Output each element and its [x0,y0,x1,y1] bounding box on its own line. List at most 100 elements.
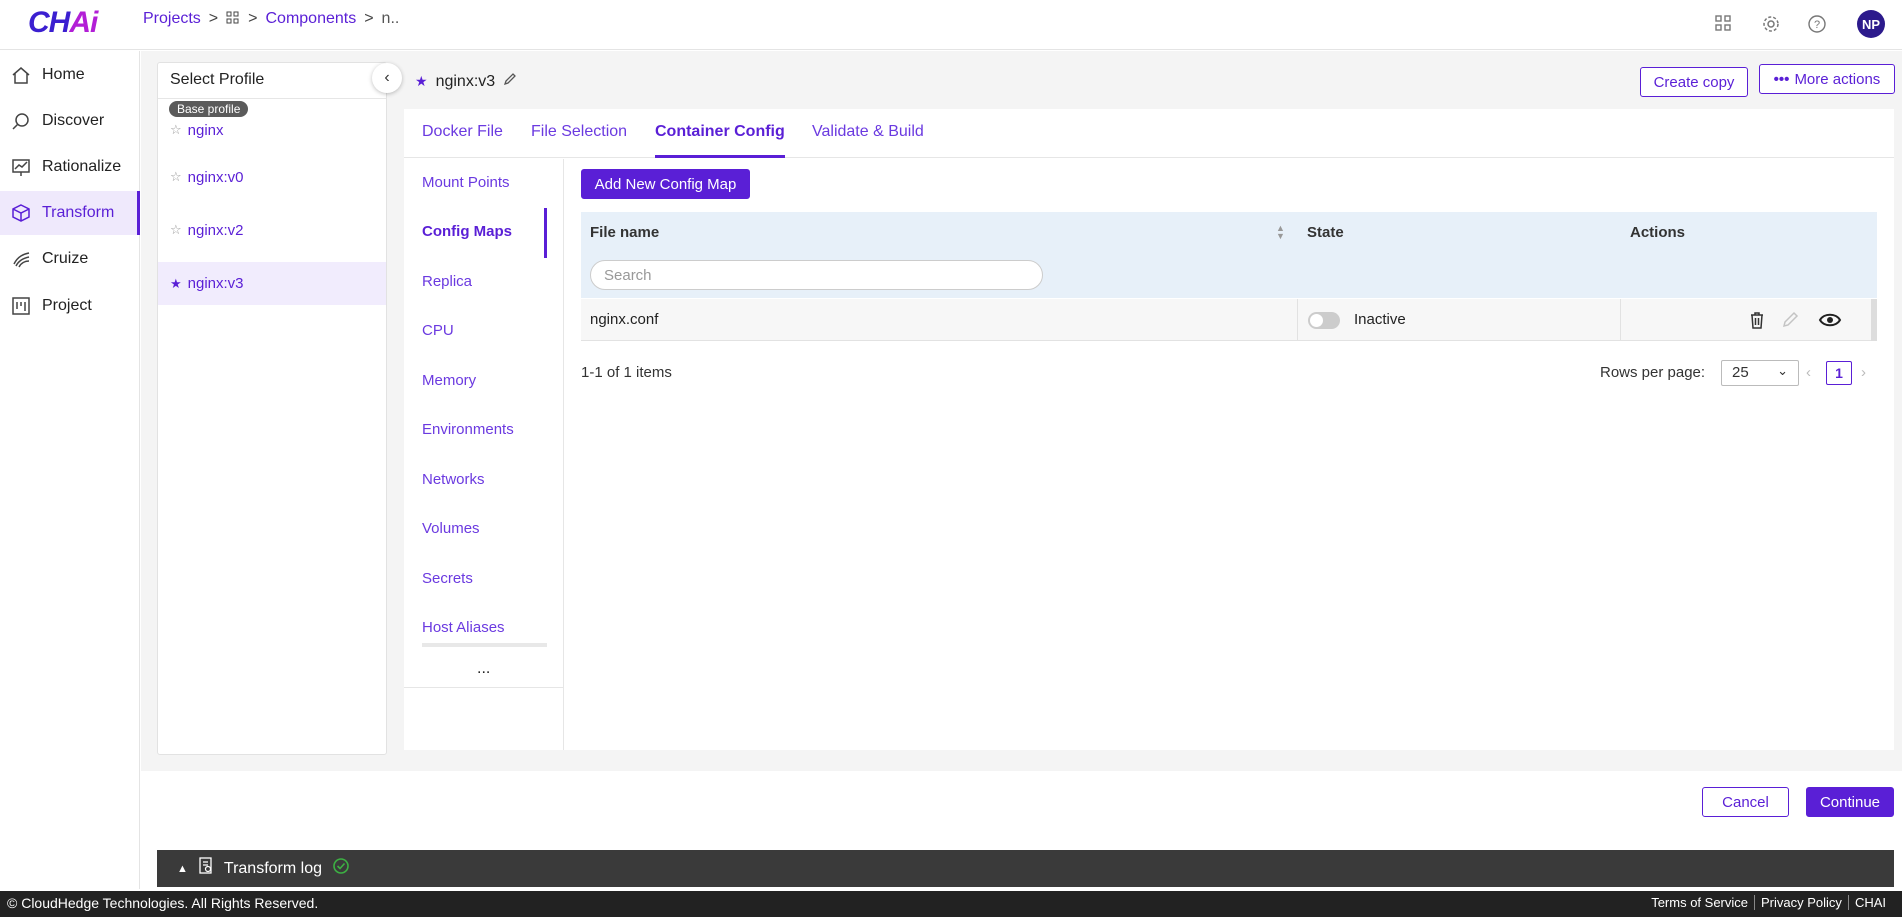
table-scrollbar[interactable] [1871,299,1877,341]
delete-icon[interactable] [1747,309,1769,331]
work-area [404,109,1894,750]
tab-bar [404,110,1894,158]
submenu-environments[interactable]: Environments [422,421,514,438]
divider [404,687,564,688]
add-config-map-button[interactable]: Add New Config Map [581,169,750,199]
left-nav: Home Discover Rationalize Transform Crui… [0,51,140,889]
more-actions-label: More actions [1794,70,1881,88]
terms-link[interactable]: Terms of Service [1645,895,1754,910]
table-row [581,299,1877,341]
page-number[interactable]: 1 [1826,361,1852,385]
edit-icon[interactable] [1781,309,1803,331]
breadcrumb-current[interactable]: n.. [382,10,400,28]
submenu-replica[interactable]: Replica [422,273,472,290]
profile-title-row: ★ nginx:v3 [415,72,517,91]
submenu-cpu[interactable]: CPU [422,322,454,339]
submenu-more[interactable]: ... [477,660,490,678]
check-circle-icon [332,857,350,880]
profile-panel-title: Select Profile [158,63,386,99]
submenu-scrollbar[interactable] [422,643,547,647]
avatar[interactable]: NP [1857,10,1885,38]
top-bar: CHAi Projects > > Components > n.. ? NP [0,0,1902,50]
cancel-button[interactable]: Cancel [1702,787,1789,817]
continue-button[interactable]: Continue [1806,787,1894,817]
privacy-link[interactable]: Privacy Policy [1754,895,1848,910]
chevron-right-icon: > [248,10,258,27]
tab-docker-file[interactable]: Docker File [422,123,503,158]
profile-item-label: nginx:v3 [187,275,244,292]
breadcrumb-projects[interactable]: Projects [143,10,201,28]
nav-item-discover[interactable]: Discover [0,99,140,143]
submenu-mount-points[interactable]: Mount Points [422,174,510,191]
star-filled-icon[interactable]: ★ [415,73,428,90]
caret-up-icon[interactable]: ▲ [177,863,188,875]
column-file-name[interactable]: File name [590,224,659,241]
pagination-summary: 1-1 of 1 items [581,364,672,381]
sort-icon[interactable]: ▲ ▼ [1276,224,1285,241]
state-toggle[interactable] [1308,312,1340,329]
log-document-icon [198,857,214,880]
rows-per-page-value: 25 [1732,364,1749,381]
view-eye-icon[interactable] [1818,309,1842,331]
create-copy-button[interactable]: Create copy [1640,67,1748,97]
profile-item-nginx-v0[interactable]: ☆ nginx:v0 [158,157,386,197]
collapse-panel-button[interactable]: ‹ [372,63,402,93]
nav-item-home[interactable]: Home [0,53,140,97]
star-outline-icon[interactable]: ☆ [170,169,182,185]
nav-label: Rationalize [42,158,122,175]
discover-icon [12,113,29,130]
tab-validate-build[interactable]: Validate & Build [812,123,924,158]
nav-item-project[interactable]: Project [0,284,140,328]
submenu-memory[interactable]: Memory [422,372,476,389]
rows-per-page-label: Rows per page: [1600,364,1706,381]
star-outline-icon[interactable]: ☆ [170,122,182,138]
profile-item-nginx-v2[interactable]: ☆ nginx:v2 [158,210,386,250]
transform-log-bar[interactable]: ▲ Transform log [157,850,1894,887]
column-divider [1297,299,1298,341]
nav-label: Project [42,297,92,314]
transform-log-label: Transform log [223,859,322,877]
submenu-volumes[interactable]: Volumes [422,520,480,537]
nav-item-transform[interactable]: Transform [0,191,140,235]
page-title: nginx:v3 [435,72,496,90]
row-state: Inactive [1354,311,1406,328]
profile-item-nginx-v3[interactable]: ★ nginx:v3 [158,262,386,305]
profile-item-label: nginx:v0 [187,168,244,186]
gear-icon[interactable] [1761,14,1781,34]
svg-text:?: ? [1814,19,1820,31]
submenu-config-maps[interactable]: Config Maps [422,223,512,240]
profile-item-nginx[interactable]: ☆ nginx [158,110,386,150]
apps-grid-icon[interactable] [1714,14,1734,34]
submenu-secrets[interactable]: Secrets [422,570,473,587]
edit-pencil-icon[interactable] [503,72,517,91]
search-input[interactable] [590,260,1043,290]
more-dots-icon: ••• [1773,70,1790,88]
chevron-right-icon: > [364,10,374,27]
rows-per-page-select[interactable]: 25 ⌄ [1721,360,1799,386]
cruize-icon [13,252,30,268]
nav-item-cruize[interactable]: Cruize [0,237,140,281]
star-filled-icon[interactable]: ★ [170,276,182,292]
nav-item-rationalize[interactable]: Rationalize [0,145,140,189]
home-icon [12,67,30,84]
footer-brand: CHAI [1847,895,1892,910]
breadcrumb: Projects > > Components > n.. [143,10,399,28]
breadcrumb-components[interactable]: Components [265,10,356,28]
next-page-icon[interactable]: › [1861,364,1866,381]
tab-file-selection[interactable]: File Selection [531,123,627,158]
chevron-left-icon: ‹ [384,69,390,86]
nav-label: Discover [42,112,105,129]
tab-container-config[interactable]: Container Config [655,123,785,158]
prev-page-icon[interactable]: ‹ [1806,364,1811,381]
star-outline-icon[interactable]: ☆ [170,222,182,238]
chai-logo[interactable]: CHAi [28,6,98,40]
submenu-networks[interactable]: Networks [422,471,485,488]
active-indicator [544,208,547,258]
more-actions-button[interactable]: ••• More actions [1759,64,1895,94]
submenu-host-aliases[interactable]: Host Aliases [422,619,505,636]
help-icon[interactable]: ? [1807,14,1827,34]
logo-accent-text: Ai [69,6,98,39]
column-state: State [1307,224,1344,241]
grid-icon[interactable] [226,11,240,28]
profile-item-label: nginx:v2 [187,221,244,239]
